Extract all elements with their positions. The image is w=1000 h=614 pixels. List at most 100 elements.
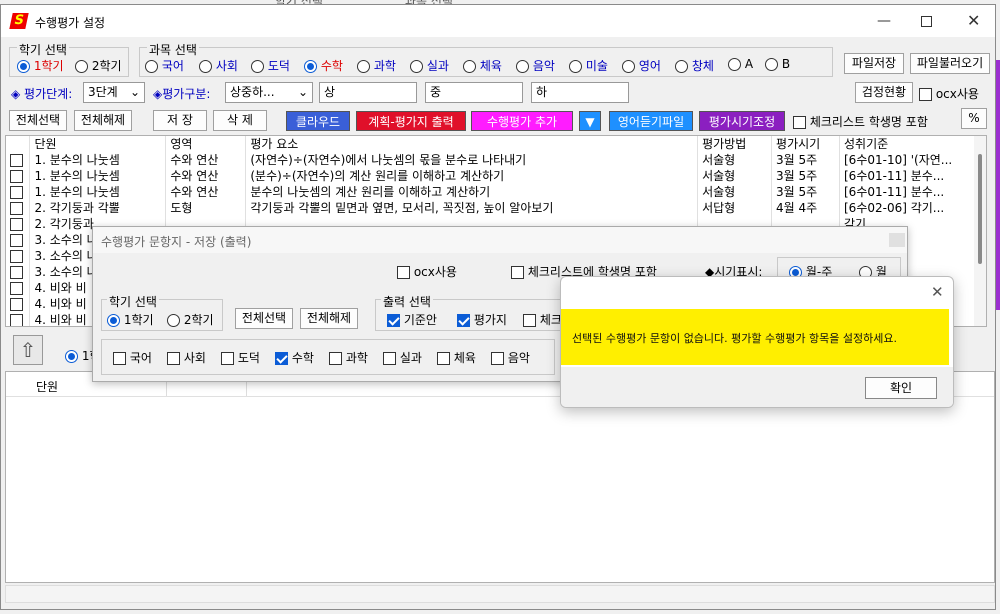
stage-select[interactable]: 3단계 ⌄	[83, 82, 145, 103]
save-button[interactable]: 저 장	[153, 110, 207, 131]
subject-radio-practical[interactable]: 실과	[410, 57, 449, 74]
category-select[interactable]: 상중하... ⌄	[225, 82, 313, 103]
subject-radio-b[interactable]: B	[765, 57, 790, 71]
print-subject-pe[interactable]: 체육	[437, 349, 476, 366]
level-mid-field[interactable]: 중	[425, 82, 523, 103]
english-listening-button[interactable]: 영어듣기파일	[609, 111, 693, 131]
print-subject-ethics[interactable]: 도덕	[221, 349, 260, 366]
maximize-icon[interactable]	[921, 16, 932, 27]
semester-radio-1[interactable]: 1학기	[17, 57, 64, 74]
table-row[interactable]: 1. 분수의 나눗셈 수와 연산 (분수)÷(자연수)의 계산 원리를 이해하고 계…	[6, 168, 976, 184]
subject-radio-creative[interactable]: 창체	[675, 57, 714, 74]
dropdown-arrow-button[interactable]: ▼	[579, 111, 601, 131]
percent-button[interactable]: %	[961, 108, 987, 129]
cell-standard: [6수01-11] 분수...	[839, 168, 976, 184]
subject-label: 실과	[426, 59, 449, 73]
ocx-checkbox[interactable]: ocx사용	[919, 85, 979, 102]
output-check-sheet[interactable]: 평가지	[457, 311, 507, 328]
subject-label: 영어	[638, 59, 661, 73]
ok-button[interactable]: 확인	[865, 377, 937, 399]
output-check-standard[interactable]: 기준안	[387, 311, 437, 328]
output-group-label: 출력 선택	[381, 293, 433, 310]
cell-standard: [6수02-06] 각기...	[839, 200, 976, 216]
row-checkbox[interactable]	[10, 266, 23, 279]
table-row[interactable]: 1. 분수의 나눗셈 수와 연산 분수의 나눗셈의 계산 원리를 이해하고 계산하기…	[6, 184, 976, 200]
subject-label: A	[744, 57, 754, 71]
subject-group-label: 과목 선택	[147, 41, 199, 58]
row-checkbox[interactable]	[10, 186, 23, 199]
row-checkbox[interactable]	[10, 298, 23, 311]
subject-radio-english[interactable]: 영어	[622, 57, 661, 74]
file-load-button[interactable]: 파일불러오기	[910, 53, 990, 74]
scrollbar-thumb[interactable]	[978, 154, 982, 264]
subject-radio-a[interactable]: A	[728, 57, 753, 71]
subject-radio-science[interactable]: 과학	[357, 57, 396, 74]
plan-print-button[interactable]: 계획-평가지 출력	[356, 111, 466, 131]
subject-label: B	[781, 57, 791, 71]
add-assessment-button[interactable]: 수행평가 추가	[471, 111, 573, 131]
subject-label: 사회	[215, 59, 238, 73]
print-deselect-all-button[interactable]: 전체해제	[300, 308, 358, 329]
cell-element: (자연수)÷(자연수)에서 나눗셈의 몫을 분수로 나타내기	[245, 152, 699, 168]
print-select-all-button[interactable]: 전체선택	[235, 308, 293, 329]
radio-off-icon	[75, 60, 88, 73]
file-save-button[interactable]: 파일저장	[844, 53, 904, 74]
timing-adjust-button[interactable]: 평가시기조정	[699, 111, 785, 131]
print-subject-practical[interactable]: 실과	[383, 349, 422, 366]
deselect-all-button[interactable]: 전체해제	[74, 110, 132, 131]
alert-close-icon[interactable]: ✕	[931, 283, 944, 301]
subject-radio-math[interactable]: 수학	[304, 57, 343, 74]
cloud-button[interactable]: 클라우드	[286, 111, 350, 131]
horizontal-scrollbar[interactable]	[5, 585, 995, 603]
row-checkbox[interactable]	[10, 170, 23, 183]
print-semester-radio-2-label: 2학기	[183, 313, 214, 327]
row-checkbox[interactable]	[10, 314, 23, 326]
row-checkbox[interactable]	[10, 250, 23, 263]
subject-radio-pe[interactable]: 체육	[463, 57, 502, 74]
subject-radio-art[interactable]: 미술	[569, 57, 608, 74]
subject-radio-social[interactable]: 사회	[199, 57, 238, 74]
print-dialog-title: 수행평가 문항지 - 저장 (출력)	[101, 235, 252, 249]
print-semester-radio-2[interactable]: 2학기	[167, 311, 214, 328]
cell-area: 수와 연산	[165, 168, 247, 184]
lower-column-header: 단원	[36, 380, 59, 394]
up-arrow-button[interactable]: ⇧	[13, 335, 43, 365]
cell-area: 수와 연산	[165, 184, 247, 200]
output-check-checklist[interactable]: 체크	[523, 311, 562, 328]
print-dialog-close-icon[interactable]	[889, 233, 905, 247]
print-subject-label: 과학	[345, 351, 368, 365]
row-checkbox[interactable]	[10, 202, 23, 215]
check-status-button[interactable]: 검정현황	[855, 82, 913, 103]
print-ocx-checkbox[interactable]: ocx사용	[397, 263, 457, 280]
row-checkbox[interactable]	[10, 282, 23, 295]
radio-on-icon	[107, 314, 120, 327]
level-low-field[interactable]: 하	[531, 82, 629, 103]
subject-radio-music[interactable]: 음악	[516, 57, 555, 74]
table-row[interactable]: 2. 각기둥과 각뿔 도형 각기둥과 각뿔의 밑면과 옆면, 모서리, 꼭짓점, 높…	[6, 200, 976, 216]
row-checkbox[interactable]	[10, 234, 23, 247]
semester-radio-2[interactable]: 2학기	[75, 57, 122, 74]
print-subject-korean[interactable]: 국어	[113, 349, 152, 366]
cell-standard: [6수01-10] '(자연...	[839, 152, 976, 168]
close-icon[interactable]: ✕	[967, 11, 980, 30]
level-high-field[interactable]: 상	[319, 82, 417, 103]
subject-radio-ethics[interactable]: 도덕	[251, 57, 290, 74]
checklist-checkbox[interactable]: 체크리스트 학생명 포함	[793, 113, 928, 130]
row-checkbox[interactable]	[10, 218, 23, 231]
minimize-icon[interactable]: —	[877, 13, 891, 29]
print-subject-music[interactable]: 음악	[491, 349, 530, 366]
print-semester-radio-1[interactable]: 1학기	[107, 311, 154, 328]
cell-element: 각기둥과 각뿔의 밑면과 옆면, 모서리, 꼭짓점, 높이 알아보기	[245, 200, 699, 216]
print-subject-science[interactable]: 과학	[329, 349, 368, 366]
delete-button[interactable]: 삭 제	[213, 110, 267, 131]
cell-method: 서답형	[697, 200, 773, 216]
subject-label: 국어	[161, 59, 184, 73]
print-subject-math[interactable]: 수학	[275, 349, 314, 366]
subject-radio-korean[interactable]: 국어	[145, 57, 184, 74]
select-all-button[interactable]: 전체선택	[9, 110, 67, 131]
print-semester-group-label: 학기 선택	[107, 293, 159, 310]
print-subject-social[interactable]: 사회	[167, 349, 206, 366]
vertical-scrollbar[interactable]	[974, 136, 986, 326]
row-checkbox[interactable]	[10, 154, 23, 167]
table-row[interactable]: 1. 분수의 나눗셈 수와 연산 (자연수)÷(자연수)에서 나눗셈의 몫을 분수로…	[6, 152, 976, 168]
